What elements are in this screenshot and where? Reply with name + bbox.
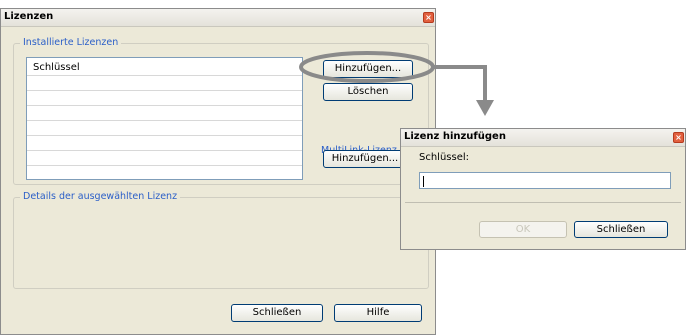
add-dialog-title: Lizenz hinzufügen xyxy=(404,131,506,142)
key-input[interactable] xyxy=(419,172,671,189)
license-details-group: Details der ausgewählten Lizenz xyxy=(13,191,429,289)
add-license-button[interactable]: Hinzufügen... xyxy=(323,60,413,78)
arrow-line xyxy=(433,65,487,102)
license-details-label: Details der ausgewählten Lizenz xyxy=(20,191,181,202)
close-icon[interactable]: × xyxy=(423,12,434,23)
add-license-titlebar: Lizenz hinzufügen × xyxy=(401,129,685,147)
add-license-dialog: Lizenz hinzufügen × Schlüssel: OK Schlie… xyxy=(400,128,686,250)
ok-button[interactable]: OK xyxy=(479,221,567,238)
add-dialog-close-button[interactable]: Schließen xyxy=(574,221,668,238)
licenses-titlebar: Lizenzen × xyxy=(1,9,435,27)
licenses-dialog: Lizenzen × Installierte Lizenzen Schlüss… xyxy=(0,8,436,335)
close-button[interactable]: Schließen xyxy=(231,304,323,322)
key-label: Schlüssel: xyxy=(419,152,470,163)
delete-license-button[interactable]: Löschen xyxy=(323,83,413,101)
installed-licenses-label: Installierte Lizenzen xyxy=(20,37,122,48)
separator xyxy=(405,202,681,203)
dialog-title: Lizenzen xyxy=(4,11,54,22)
text-caret xyxy=(423,176,424,187)
list-column-key: Schlüssel xyxy=(33,62,80,73)
close-icon[interactable]: × xyxy=(673,132,684,143)
license-list[interactable]: Schlüssel xyxy=(26,57,303,180)
arrow-head-icon xyxy=(476,100,494,116)
multilink-add-button[interactable]: Hinzufügen... xyxy=(323,150,407,168)
help-button[interactable]: Hilfe xyxy=(334,304,422,322)
